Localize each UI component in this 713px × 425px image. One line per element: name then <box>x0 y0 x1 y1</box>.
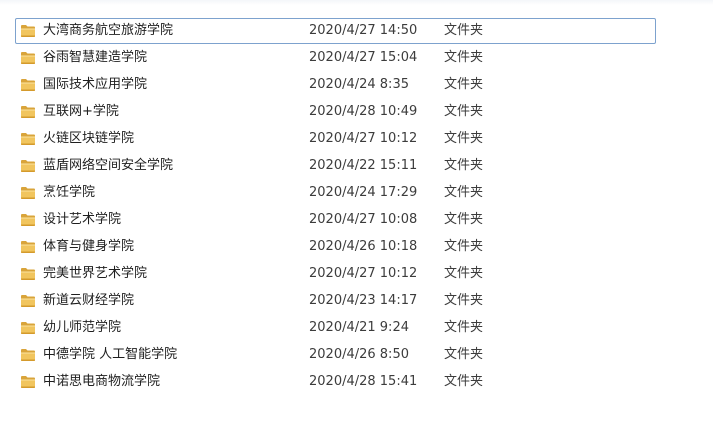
modified-date: 2020/4/27 15:04 <box>309 50 418 65</box>
file-type: 文件夹 <box>444 185 484 200</box>
file-name: 火链区块链学院 <box>43 131 135 146</box>
modified-date: 2020/4/27 10:12 <box>309 266 418 281</box>
file-type: 文件夹 <box>444 320 484 335</box>
file-name: 中德学院 人工智能学院 <box>43 347 178 362</box>
file-type: 文件夹 <box>444 104 484 119</box>
file-row[interactable]: 设计艺术学院 2020/4/27 10:08 文件夹 <box>15 207 656 233</box>
modified-date: 2020/4/22 15:11 <box>309 158 418 173</box>
window-top-edge <box>0 0 713 5</box>
folder-icon <box>20 24 36 38</box>
modified-date: 2020/4/28 10:49 <box>309 104 418 119</box>
modified-date: 2020/4/24 17:29 <box>309 185 418 200</box>
file-type: 文件夹 <box>444 212 484 227</box>
file-type: 文件夹 <box>444 23 484 38</box>
folder-icon <box>20 348 36 362</box>
file-name: 谷雨智慧建造学院 <box>43 50 148 65</box>
file-type: 文件夹 <box>444 158 484 173</box>
modified-date: 2020/4/21 9:24 <box>309 320 409 335</box>
file-type: 文件夹 <box>444 50 484 65</box>
file-type: 文件夹 <box>444 77 484 92</box>
file-name: 新道云财经学院 <box>43 293 135 308</box>
file-row[interactable]: 中德学院 人工智能学院 2020/4/26 8:50 文件夹 <box>15 342 656 368</box>
file-row[interactable]: 体育与健身学院 2020/4/26 10:18 文件夹 <box>15 234 656 260</box>
file-row[interactable]: 幼儿师范学院 2020/4/21 9:24 文件夹 <box>15 315 656 341</box>
folder-icon <box>20 294 36 308</box>
folder-icon <box>20 51 36 65</box>
modified-date: 2020/4/27 10:08 <box>309 212 418 227</box>
folder-icon <box>20 186 36 200</box>
file-row[interactable]: 互联网+学院 2020/4/28 10:49 文件夹 <box>15 99 656 125</box>
folder-icon <box>20 375 36 389</box>
file-name: 蓝盾网络空间安全学院 <box>43 158 174 173</box>
modified-date: 2020/4/27 14:50 <box>309 23 418 38</box>
file-name: 中诺思电商物流学院 <box>43 374 161 389</box>
folder-icon <box>20 213 36 227</box>
file-row[interactable]: 新道云财经学院 2020/4/23 14:17 文件夹 <box>15 288 656 314</box>
file-name: 互联网+学院 <box>43 104 119 119</box>
folder-icon <box>20 78 36 92</box>
file-row[interactable]: 完美世界艺术学院 2020/4/27 10:12 文件夹 <box>15 261 656 287</box>
file-name: 烹饪学院 <box>43 185 96 200</box>
file-type: 文件夹 <box>444 266 484 281</box>
modified-date: 2020/4/24 8:35 <box>309 77 409 92</box>
folder-icon <box>20 159 36 173</box>
file-type: 文件夹 <box>444 293 484 308</box>
file-type: 文件夹 <box>444 347 484 362</box>
file-row[interactable]: 烹饪学院 2020/4/24 17:29 文件夹 <box>15 180 656 206</box>
file-row[interactable]: 国际技术应用学院 2020/4/24 8:35 文件夹 <box>15 72 656 98</box>
file-name: 大湾商务航空旅游学院 <box>43 23 174 38</box>
folder-icon <box>20 240 36 254</box>
modified-date: 2020/4/28 15:41 <box>309 374 418 389</box>
file-row[interactable]: 中诺思电商物流学院 2020/4/28 15:41 文件夹 <box>15 369 656 395</box>
file-name: 国际技术应用学院 <box>43 77 148 92</box>
file-type: 文件夹 <box>444 131 484 146</box>
file-list: 大湾商务航空旅游学院 2020/4/27 14:50 文件夹 谷雨智慧建造学院 … <box>15 18 656 396</box>
file-name: 体育与健身学院 <box>43 239 135 254</box>
file-type: 文件夹 <box>444 239 484 254</box>
modified-date: 2020/4/27 10:12 <box>309 131 418 146</box>
folder-icon <box>20 132 36 146</box>
modified-date: 2020/4/26 8:50 <box>309 347 409 362</box>
file-row[interactable]: 火链区块链学院 2020/4/27 10:12 文件夹 <box>15 126 656 152</box>
folder-icon <box>20 105 36 119</box>
file-type: 文件夹 <box>444 374 484 389</box>
folder-icon <box>20 321 36 335</box>
file-name: 幼儿师范学院 <box>43 320 122 335</box>
modified-date: 2020/4/26 10:18 <box>309 239 418 254</box>
file-row[interactable]: 蓝盾网络空间安全学院 2020/4/22 15:11 文件夹 <box>15 153 656 179</box>
file-name: 设计艺术学院 <box>43 212 122 227</box>
modified-date: 2020/4/23 14:17 <box>309 293 418 308</box>
folder-icon <box>20 267 36 281</box>
file-name: 完美世界艺术学院 <box>43 266 148 281</box>
file-row[interactable]: 大湾商务航空旅游学院 2020/4/27 14:50 文件夹 <box>15 18 656 44</box>
file-row[interactable]: 谷雨智慧建造学院 2020/4/27 15:04 文件夹 <box>15 45 656 71</box>
